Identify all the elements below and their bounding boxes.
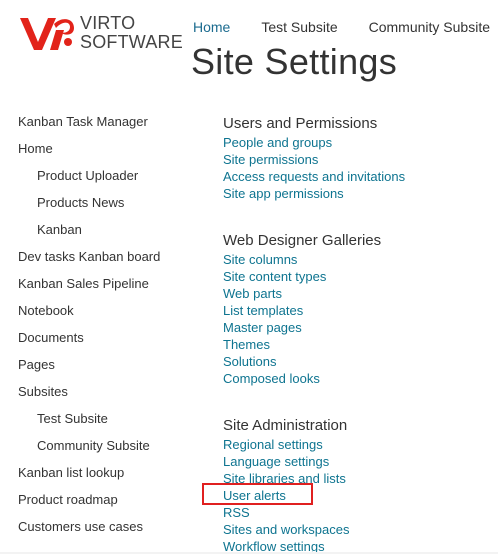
- section-header: Users and Permissions: [223, 115, 378, 132]
- nav-item-test-subsite[interactable]: Test Subsite: [18, 410, 198, 437]
- link-site-permissions[interactable]: Site permissions: [223, 151, 405, 168]
- quick-launch-nav: Kanban Task Manager Home Product Uploade…: [18, 113, 198, 545]
- nav-item-home[interactable]: Home: [18, 140, 198, 167]
- link-sites-and-workspaces[interactable]: Sites and workspaces: [223, 521, 349, 538]
- top-nav: Home Test Subsite Community Subsite: [193, 19, 498, 35]
- virto-logo[interactable]: VIRTO SOFTWARE: [18, 12, 183, 52]
- nav-item-kanban-sales-pipeline[interactable]: Kanban Sales Pipeline: [18, 275, 198, 302]
- section-links: People and groups Site permissions Acces…: [223, 134, 405, 202]
- link-composed-looks[interactable]: Composed looks: [223, 370, 381, 387]
- site-settings-page: VIRTO SOFTWARE Home Test Subsite Communi…: [0, 0, 498, 554]
- link-site-columns[interactable]: Site columns: [223, 251, 381, 268]
- section-header: Web Designer Galleries: [223, 232, 382, 249]
- link-rss[interactable]: RSS: [223, 504, 349, 521]
- nav-item-subsites[interactable]: Subsites: [18, 383, 198, 410]
- section-header: Site Administration: [223, 417, 348, 434]
- link-people-and-groups[interactable]: People and groups: [223, 134, 405, 151]
- nav-item-documents[interactable]: Documents: [18, 329, 198, 356]
- nav-item-product-roadmap[interactable]: Product roadmap: [18, 491, 198, 518]
- user-alerts-highlight-box: [202, 483, 313, 505]
- nav-item-kanban-task-manager[interactable]: Kanban Task Manager: [18, 113, 198, 140]
- nav-item-notebook[interactable]: Notebook: [18, 302, 198, 329]
- link-master-pages[interactable]: Master pages: [223, 319, 381, 336]
- nav-item-product-uploader[interactable]: Product Uploader: [18, 167, 198, 194]
- top-nav-tab-test-subsite[interactable]: Test Subsite: [261, 19, 337, 35]
- top-nav-tab-community-subsite[interactable]: Community Subsite: [369, 19, 490, 35]
- nav-item-kanban-list-lookup[interactable]: Kanban list lookup: [18, 464, 198, 491]
- link-list-templates[interactable]: List templates: [223, 302, 381, 319]
- logo-line-1: VIRTO: [80, 13, 136, 33]
- link-site-app-permissions[interactable]: Site app permissions: [223, 185, 405, 202]
- top-nav-tab-home[interactable]: Home: [193, 19, 230, 35]
- link-regional-settings[interactable]: Regional settings: [223, 436, 349, 453]
- nav-item-kanban[interactable]: Kanban: [18, 221, 198, 248]
- section-users-and-permissions: Users and Permissions People and groups …: [223, 114, 405, 202]
- link-site-content-types[interactable]: Site content types: [223, 268, 381, 285]
- logo-line-2: SOFTWARE: [80, 32, 183, 52]
- logo-wordmark: VIRTO SOFTWARE: [80, 14, 183, 51]
- nav-item-products-news[interactable]: Products News: [18, 194, 198, 221]
- link-themes[interactable]: Themes: [223, 336, 381, 353]
- nav-item-dev-tasks-kanban-board[interactable]: Dev tasks Kanban board: [18, 248, 198, 275]
- virto-logo-icon: [20, 18, 74, 50]
- section-web-designer-galleries: Web Designer Galleries Site columns Site…: [223, 231, 381, 387]
- nav-item-customers-use-cases[interactable]: Customers use cases: [18, 518, 198, 545]
- link-language-settings[interactable]: Language settings: [223, 453, 349, 470]
- link-web-parts[interactable]: Web parts: [223, 285, 381, 302]
- page-title: Site Settings: [191, 41, 398, 82]
- link-solutions[interactable]: Solutions: [223, 353, 381, 370]
- nav-item-community-subsite[interactable]: Community Subsite: [18, 437, 198, 464]
- section-links: Site columns Site content types Web part…: [223, 251, 381, 387]
- nav-item-pages[interactable]: Pages: [18, 356, 198, 383]
- link-access-requests[interactable]: Access requests and invitations: [223, 168, 405, 185]
